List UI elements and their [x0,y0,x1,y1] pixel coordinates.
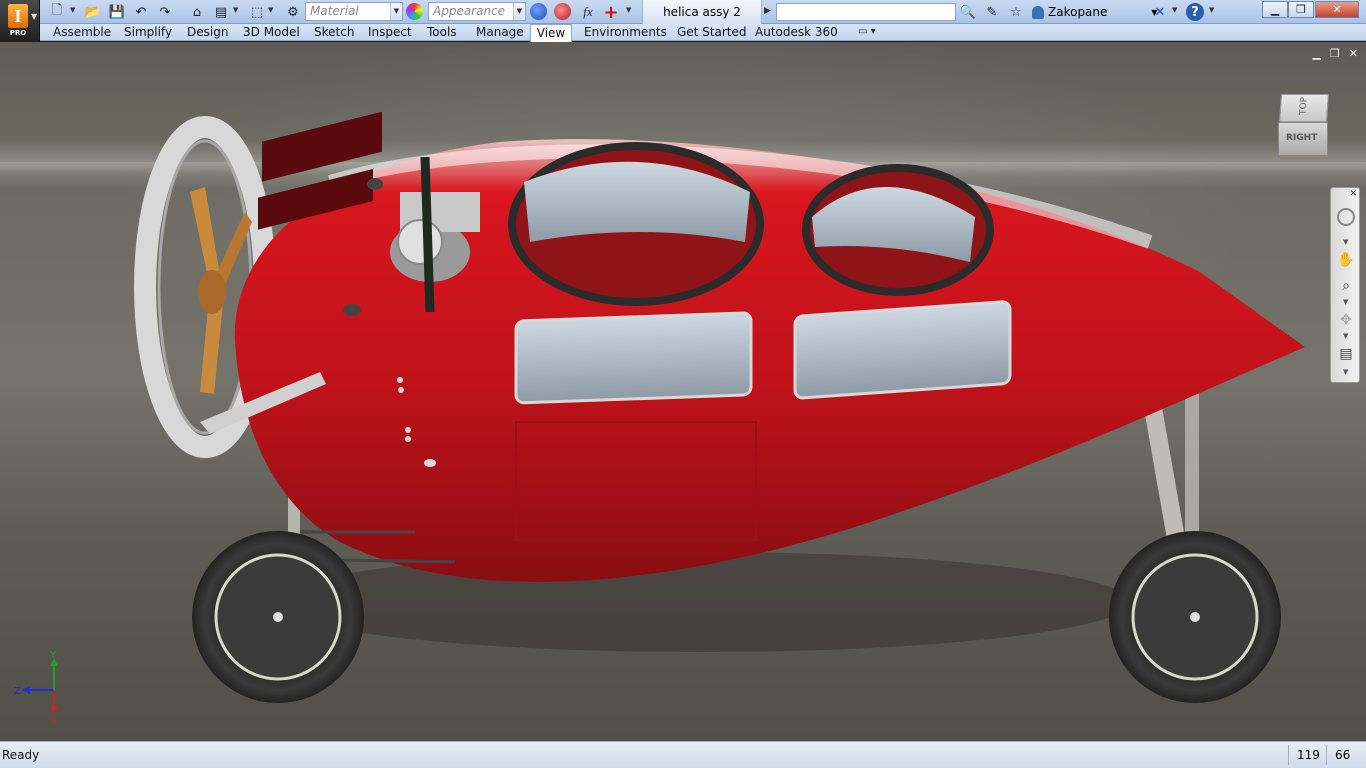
user-sign-in[interactable]: Zakopane ▼ [1032,3,1158,21]
helica-car-model[interactable] [0,42,1366,741]
clear-appearance-icon[interactable] [554,3,571,20]
viewcube[interactable]: TOP RIGHT [1278,94,1330,160]
user-name: Zakopane [1048,5,1108,19]
status-count-2: 66 [1326,745,1366,765]
edition-label: PRO [9,29,27,37]
chevron-down-icon[interactable]: ▼ [268,6,273,14]
tab-get-started[interactable]: Get Started [675,24,749,41]
viewcube-right-face[interactable]: RIGHT [1278,122,1328,156]
tab-view[interactable]: View [530,24,572,42]
help-icon[interactable]: ? [1186,3,1204,21]
inventor-logo-icon: I [8,4,28,28]
redo-icon[interactable]: ↷ [154,3,176,21]
appearance-icon[interactable] [406,3,423,20]
communication-center-icon[interactable]: ✎ [982,3,1002,21]
chevron-down-icon[interactable]: ▼ [390,3,402,20]
tab-manage[interactable]: Manage [474,24,526,41]
select-icon[interactable]: ⬚ [246,3,268,21]
status-count-1: 119 [1288,745,1328,765]
status-bar: Ready 119 66 [0,741,1366,768]
chevron-down-icon[interactable]: ▼ [513,3,525,20]
tab-autodesk-360[interactable]: Autodesk 360 [753,24,840,41]
undo-icon[interactable]: ↶ [130,3,152,21]
model-shadow [270,552,1130,652]
chevron-down-icon[interactable]: ▼ [1343,298,1348,306]
user-icon [1032,5,1044,19]
graphics-viewport[interactable]: ▁ ❐ ✕ TOP RIGHT ✕ ▼ ✋ ⌕ ▼ ✥ ▼ ▤ ▼ Y Z X [0,42,1366,741]
appearance-combo-text: Appearance [433,4,506,18]
document-title: helica assy 2 [642,0,762,24]
save-icon[interactable]: 💾 [106,3,128,21]
project-icon[interactable]: ▤ [210,3,232,21]
tab-sketch[interactable]: Sketch [312,24,356,41]
add-icon[interactable]: + [600,2,622,23]
rear-wheel-hub [273,612,283,622]
tab-design[interactable]: Design [185,24,230,41]
chevron-down-icon[interactable]: ▼ [1209,6,1214,14]
application-menu-button[interactable]: I PRO ▼ [0,0,40,41]
chevron-down-icon[interactable]: ▼ [1343,238,1348,246]
search-input[interactable] [776,3,956,21]
chevron-down-icon[interactable]: ▼ [70,6,75,14]
tab-environments[interactable]: Environments [582,24,669,41]
tab-inspect[interactable]: Inspect [366,24,414,41]
axis-x-label: X [50,716,57,727]
open-icon[interactable]: 📂 [82,3,104,21]
side-window-rear [793,300,1012,400]
front-wheel-hub [1190,612,1200,622]
favorites-star-icon[interactable]: ☆ [1006,3,1026,21]
new-icon[interactable]: 🗋 [46,3,68,21]
axis-z-label: Z [14,686,21,697]
tab-tools[interactable]: Tools [425,24,459,41]
car-body [234,139,1306,582]
steering-wheel-icon[interactable] [1337,208,1355,226]
chevron-down-icon[interactable]: ▼ [1343,332,1348,340]
coordinate-triad: Y Z X [14,650,58,727]
home-icon[interactable]: ⌂ [186,3,208,21]
exchange-apps-icon[interactable]: ✕ [1150,3,1170,21]
tab-assemble[interactable]: Assemble [51,24,113,41]
tab-simplify[interactable]: Simplify [122,24,174,41]
viewcube-top-face[interactable]: TOP [1279,94,1329,122]
ribbon-display-options-icon[interactable]: ▭ ▾ [858,26,876,37]
binoculars-icon[interactable]: 🔍 [958,3,978,21]
chevron-down-icon[interactable]: ▼ [233,6,238,14]
material-combo-text: Material [310,4,359,18]
chevron-right-icon[interactable]: ▶ [764,6,771,16]
fx-icon[interactable]: fx [578,3,598,21]
chevron-down-icon[interactable]: ▼ [1172,6,1177,14]
propeller-hub [198,270,226,314]
chevron-down-icon[interactable]: ▼ [626,6,631,14]
axis-y-label: Y [49,650,57,661]
look-at-icon[interactable]: ▤ [1336,344,1356,364]
ribbon-tabs: Assemble Simplify Design 3D Model Sketch… [0,24,1366,42]
orbit-icon[interactable]: ✥ [1336,310,1356,330]
update-icon[interactable]: ⚙ [282,3,304,21]
chevron-down-icon[interactable]: ▼ [1343,368,1348,376]
viewcube-top-label: TOP [1298,96,1310,116]
close-button[interactable]: ✕ [1315,1,1359,18]
close-icon[interactable]: ✕ [1349,189,1357,199]
tab-3d-model[interactable]: 3D Model [241,24,302,41]
zoom-icon[interactable]: ⌕ [1336,276,1356,296]
navigation-bar: ✕ ▼ ✋ ⌕ ▼ ✥ ▼ ▤ ▼ [1330,187,1360,383]
status-text: Ready [2,748,40,762]
title-bar: I PRO ▼ 🗋 ▼ 📂 💾 ↶ ↷ ⌂ ▤ ▼ ⬚ ▼ ⚙ Material… [0,0,1366,41]
pan-hand-icon[interactable]: ✋ [1336,250,1356,270]
viewcube-right-label: RIGHT [1286,133,1318,143]
maximize-button[interactable]: ❐ [1288,1,1314,18]
minimize-button[interactable]: ▁ [1262,1,1288,18]
appearance-combo[interactable]: Appearance ▼ [428,2,526,21]
material-combo[interactable]: Material ▼ [305,2,403,21]
chevron-down-icon: ▼ [31,12,38,21]
side-window-front [514,311,753,405]
adjust-appearance-icon[interactable] [530,3,547,20]
